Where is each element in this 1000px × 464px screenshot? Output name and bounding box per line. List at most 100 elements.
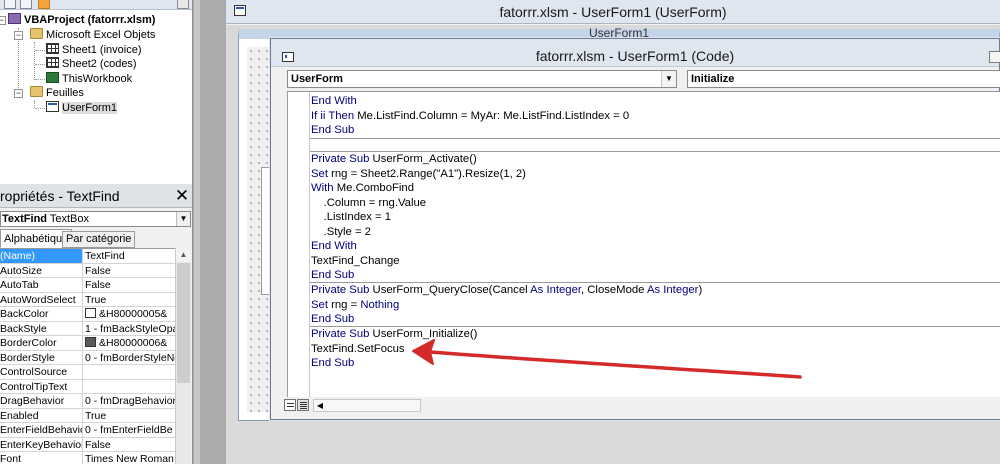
property-value[interactable]: False	[85, 264, 175, 278]
object-type: TextBox	[49, 213, 90, 225]
property-row[interactable]: BackStyle 1 - fmBackStyleOpa	[0, 321, 175, 336]
property-row[interactable]: AutoSize False	[0, 263, 175, 278]
code-text: rng =	[327, 298, 361, 311]
code-line[interactable]: Set rng = Nothing	[310, 298, 1000, 313]
code-line[interactable]: Private Sub UserForm_QueryClose(Cancel A…	[310, 283, 1000, 298]
collapse-forms-toggle[interactable]: −	[14, 89, 23, 98]
code-line[interactable]: End Sub	[310, 356, 1000, 371]
property-value[interactable]: 1 - fmBackStyleOpa	[85, 322, 175, 336]
code-text: Me.ComboFind	[333, 182, 414, 194]
property-name: Font	[0, 452, 83, 464]
code-line[interactable]: End Sub	[310, 312, 1000, 327]
property-value[interactable]: Times New Roman	[85, 452, 175, 464]
code-line[interactable]: If ii Then Me.ListFind.Column = MyAr: Me…	[310, 109, 1000, 124]
userform-caption: UserForm1	[588, 26, 649, 40]
property-value-bordercolor[interactable]: &H80000006&	[85, 336, 175, 350]
object-dropdown-value: UserForm	[291, 73, 343, 85]
code-line[interactable]: End Sub	[310, 123, 1000, 138]
collapse-excel-objects-toggle[interactable]: −	[14, 31, 23, 40]
procedure-view-button[interactable]	[284, 399, 296, 411]
pane-splitter[interactable]	[194, 0, 200, 464]
tree-item-forms[interactable]: Feuilles	[30, 86, 84, 100]
code-line[interactable]: End With	[310, 239, 1000, 254]
userform-window-icon	[234, 5, 246, 16]
tree-item-userform1[interactable]: UserForm1	[46, 101, 118, 115]
property-value[interactable]: True	[85, 293, 175, 307]
code-text: )	[698, 284, 703, 296]
scroll-up-icon[interactable]: ▲	[176, 248, 191, 262]
code-line[interactable]: With Me.ComboFind	[310, 181, 1000, 196]
tree-item-vbaproject[interactable]: VBAProject (fatorrr.xlsm)	[8, 13, 155, 27]
property-row[interactable]: (Name) TextFind	[0, 249, 175, 264]
tree-line	[35, 79, 45, 80]
property-row[interactable]: Font Times New Roman	[0, 452, 175, 464]
property-row[interactable]: EnterKeyBehavior False	[0, 437, 175, 452]
folder-icon	[30, 28, 43, 39]
close-icon[interactable]: ✕	[173, 187, 191, 205]
property-value[interactable]	[85, 380, 175, 394]
color-swatch	[85, 308, 96, 318]
property-row[interactable]: BorderColor &H80000006&	[0, 336, 175, 351]
code-keyword: Private Sub	[311, 153, 370, 165]
horizontal-scrollbar[interactable]: ◀	[313, 399, 421, 412]
tree-item-thisworkbook[interactable]: ThisWorkbook	[46, 72, 132, 86]
property-row[interactable]: AutoTab False	[0, 278, 175, 293]
toggle-folders-button[interactable]	[38, 0, 50, 9]
code-line[interactable]: TextFind.SetFocus	[310, 342, 1000, 357]
property-row[interactable]: ControlSource	[0, 365, 175, 380]
property-grid-scrollbar[interactable]: ▲	[175, 248, 191, 464]
chevron-down-icon[interactable]: ▼	[661, 71, 676, 87]
code-line[interactable]: Private Sub UserForm_Initialize()	[310, 327, 1000, 342]
chevron-down-icon[interactable]: ▼	[176, 212, 190, 226]
property-value[interactable]: False	[85, 438, 175, 452]
tab-by-category[interactable]: Par catégorie	[62, 231, 136, 248]
collapse-root-toggle[interactable]: −	[0, 16, 6, 25]
procedure-dropdown[interactable]: Initialize	[687, 70, 1000, 88]
code-line[interactable]: End With	[310, 94, 1000, 109]
code-keyword: Private Sub	[311, 328, 370, 340]
object-dropdown[interactable]: UserForm ▼	[287, 70, 677, 88]
code-line[interactable]: TextFind_Change	[310, 254, 1000, 269]
scroll-thumb[interactable]	[177, 263, 190, 383]
view-object-button[interactable]	[20, 0, 32, 9]
property-value[interactable]: 0 - fmBorderStyleNo	[85, 351, 175, 365]
property-name: Enabled	[0, 408, 83, 423]
property-row[interactable]: BackColor &H80000005&	[0, 307, 175, 322]
code-window-title-bar: fatorrr.xlsm - UserForm1 (Code)	[271, 39, 1000, 67]
tree-item-label: Feuilles	[46, 87, 84, 99]
property-value[interactable]	[85, 365, 175, 379]
property-row[interactable]: EnterFieldBehavior 0 - fmEnterFieldBe	[0, 423, 175, 438]
property-value[interactable]: 0 - fmEnterFieldBe	[85, 423, 175, 437]
code-line[interactable]: .Style = 2	[310, 225, 1000, 240]
property-row[interactable]: DragBehavior 0 - fmDragBehavior	[0, 394, 175, 409]
tree-item-sheet2[interactable]: Sheet2 (codes)	[46, 57, 137, 71]
code-editor[interactable]: End With If ii Then Me.ListFind.Column =…	[287, 91, 1000, 397]
code-line[interactable]: End Sub	[310, 268, 1000, 283]
project-scroll-up[interactable]	[177, 0, 189, 9]
tree-item-sheet1[interactable]: Sheet1 (invoice)	[46, 43, 142, 57]
scroll-left-icon[interactable]: ◀	[315, 400, 325, 411]
margin-indicator-bar[interactable]	[288, 92, 310, 397]
property-value-backcolor[interactable]: &H80000005&	[85, 307, 175, 321]
property-row[interactable]: Enabled True	[0, 408, 175, 423]
code-line[interactable]: .ListIndex = 1	[310, 210, 1000, 225]
property-value[interactable]: TextFind	[85, 249, 175, 263]
object-selector[interactable]: TextFind TextBox ▼	[0, 211, 191, 227]
code-line[interactable]: Set rng = Sheet2.Range("A1").Resize(1, 2…	[310, 167, 1000, 182]
code-line[interactable]: Private Sub UserForm_Activate()	[310, 152, 1000, 167]
full-module-view-button[interactable]	[297, 399, 309, 411]
code-text: UserForm_Activate()	[369, 153, 477, 165]
property-value[interactable]: True	[85, 409, 175, 423]
tree-item-excel-objects[interactable]: Microsoft Excel Objets	[30, 28, 155, 42]
view-code-button[interactable]	[4, 0, 16, 9]
property-row[interactable]: AutoWordSelect True	[0, 292, 175, 307]
property-value[interactable]: False	[85, 278, 175, 292]
property-row[interactable]: ControlTipText	[0, 379, 175, 394]
property-row[interactable]: BorderStyle 0 - fmBorderStyleNo	[0, 350, 175, 365]
code-line[interactable]: .Column = rng.Value	[310, 196, 1000, 211]
code-keyword: Set	[311, 298, 328, 311]
property-value[interactable]: 0 - fmDragBehavior	[85, 394, 175, 408]
property-name: (Name)	[0, 249, 83, 263]
maximize-button[interactable]	[989, 51, 1000, 63]
worksheet-icon	[46, 43, 59, 54]
